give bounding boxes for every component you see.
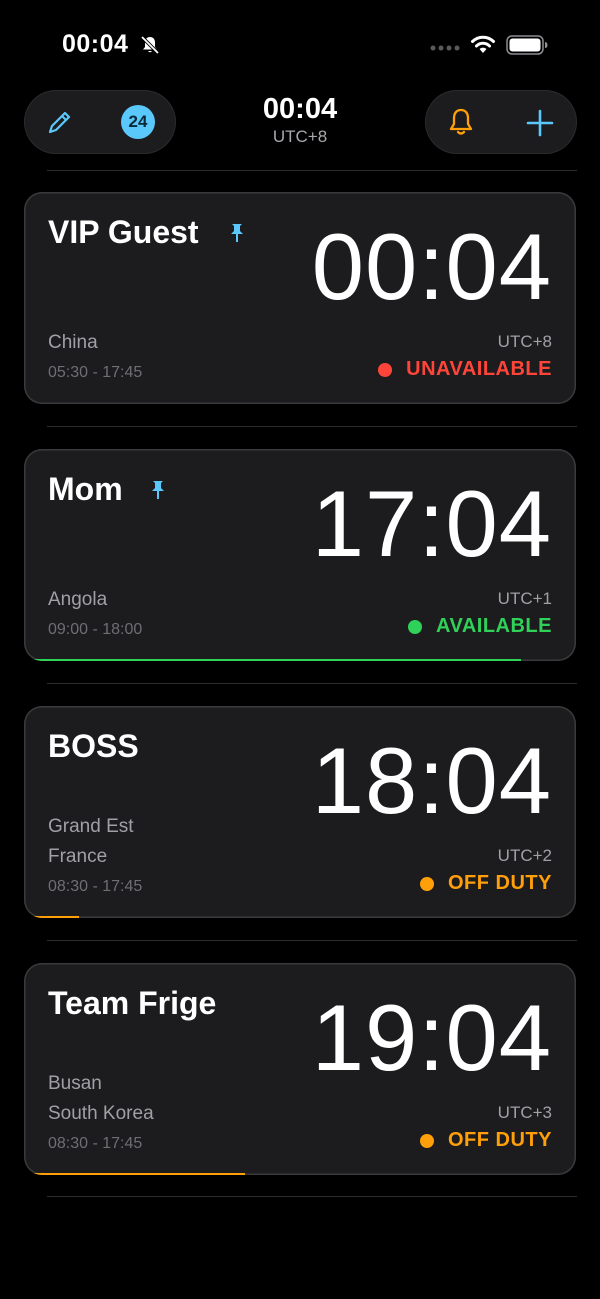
status-label: AVAILABLE xyxy=(436,615,552,637)
contact-timezone: UTC+3 xyxy=(497,1103,552,1122)
divider xyxy=(47,170,577,171)
silent-bell-icon xyxy=(140,35,160,55)
availability-status: OFF DUTY xyxy=(420,1129,552,1152)
contact-time: 17:04 xyxy=(311,471,552,576)
contact-location: Busan xyxy=(48,1073,102,1094)
day-progress-bar xyxy=(24,659,521,661)
divider xyxy=(47,1196,577,1197)
left-toolbar-pill: 24 xyxy=(24,90,176,154)
availability-status: UNAVAILABLE xyxy=(378,358,552,381)
contact-card[interactable]: Mom 17:04 Angola 09:00 - 18:00 UTC+1 AVA… xyxy=(24,449,576,661)
status-label: UNAVAILABLE xyxy=(406,358,552,380)
contact-name: Mom xyxy=(48,471,123,507)
status-time: 00:04 xyxy=(62,30,129,58)
contact-country: South Korea xyxy=(48,1103,154,1124)
status-dot xyxy=(420,876,434,891)
contact-name: VIP Guest xyxy=(48,214,199,250)
working-hours: 08:30 - 17:45 xyxy=(48,878,143,895)
contact-country: France xyxy=(48,846,108,867)
availability-status: AVAILABLE xyxy=(408,615,552,638)
right-toolbar-pill xyxy=(425,90,577,154)
contact-location: Angola xyxy=(48,589,108,610)
status-dot xyxy=(378,362,393,377)
status-label: OFF DUTY xyxy=(448,1129,552,1151)
working-hours: 08:30 - 17:45 xyxy=(48,1135,143,1152)
local-time-display: 00:04 UTC+8 xyxy=(200,92,400,147)
contact-time: 00:04 xyxy=(311,214,552,319)
local-time: 00:04 xyxy=(262,93,338,125)
contact-timezone: UTC+1 xyxy=(497,589,552,608)
wifi-icon xyxy=(471,35,495,53)
contact-timezone: UTC+2 xyxy=(497,846,552,865)
pencil-edit-icon[interactable] xyxy=(44,108,74,138)
availability-status: OFF DUTY xyxy=(420,872,552,895)
day-progress-bar xyxy=(24,916,80,918)
signal-dots-icon xyxy=(430,45,460,51)
contact-location: Grand Est xyxy=(48,816,134,837)
pin-icon xyxy=(152,481,164,499)
divider xyxy=(47,683,577,684)
contact-card[interactable]: BOSS 18:04 Grand Est France 08:30 - 17:4… xyxy=(24,706,576,918)
working-hours: 09:00 - 18:00 xyxy=(48,621,143,638)
day-progress-bar xyxy=(24,1173,245,1175)
contact-time: 19:04 xyxy=(311,985,552,1090)
24-hour-toggle-button[interactable]: 24 xyxy=(121,105,155,139)
local-timezone: UTC+8 xyxy=(272,127,328,146)
contact-card[interactable]: VIP Guest 00:04 China 05:30 - 17:45 UTC+… xyxy=(24,192,576,404)
contact-time: 18:04 xyxy=(311,728,552,833)
divider xyxy=(47,426,577,427)
contact-name: Team Frige xyxy=(48,985,217,1021)
status-dot xyxy=(408,619,423,634)
contact-timezone: UTC+8 xyxy=(497,332,552,351)
status-bar: 00:04 xyxy=(0,0,600,90)
status-label: OFF DUTY xyxy=(448,872,552,894)
contact-card[interactable]: Team Frige 19:04 Busan South Korea 08:30… xyxy=(24,963,576,1175)
status-dot xyxy=(420,1133,434,1148)
add-icon[interactable] xyxy=(525,108,555,138)
pin-icon xyxy=(231,224,243,242)
battery-icon xyxy=(506,35,548,55)
working-hours: 05:30 - 17:45 xyxy=(48,364,143,381)
divider xyxy=(47,940,577,941)
contact-location: China xyxy=(48,332,98,353)
bell-icon[interactable] xyxy=(445,106,477,138)
contact-name: BOSS xyxy=(48,728,139,764)
